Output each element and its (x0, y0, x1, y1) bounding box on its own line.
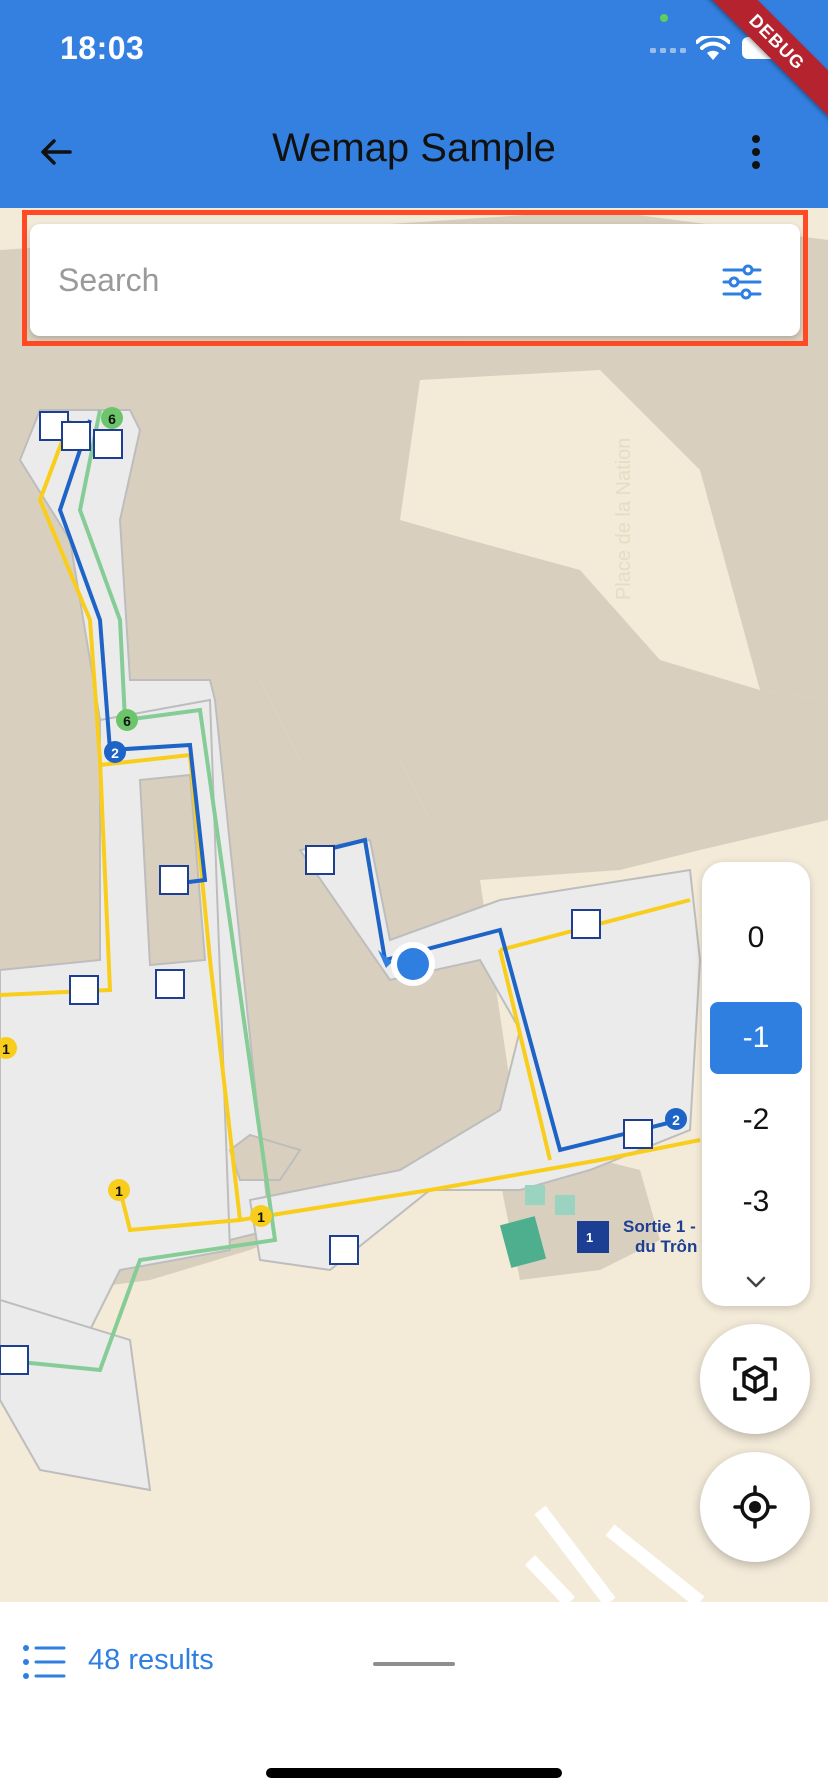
chevron-down-icon (746, 1276, 766, 1288)
results-sheet[interactable]: 48 results (0, 1602, 828, 1792)
sheet-drag-handle[interactable] (373, 1662, 455, 1666)
tune-icon (722, 264, 762, 300)
floor-selector: 0 -1 -2 -3 (702, 862, 810, 1306)
list-icon (23, 1645, 66, 1679)
exit-label-line2: du Trôn (635, 1237, 697, 1256)
more-options-button[interactable] (730, 126, 782, 178)
cube-scan-icon (733, 1357, 777, 1401)
map-badge-line2-left: 2 (111, 745, 119, 761)
floor-option-minus-2[interactable]: -2 (710, 1084, 802, 1156)
app-bar: 18:03 DEBUG Wemap Sample (0, 0, 828, 208)
map-badge-line1-mid: 1 (115, 1183, 123, 1199)
floor-scroll-down-button[interactable] (740, 1270, 772, 1294)
search-input[interactable] (58, 252, 698, 308)
exit-sign-number: 1 (586, 1230, 593, 1245)
map-badge-line1-left: 1 (2, 1041, 10, 1057)
exit-label-line1: Sortie 1 - (623, 1217, 696, 1236)
map-badge-line2-right: 2 (672, 1112, 680, 1128)
map-badge-line1-bottom: 1 (257, 1209, 265, 1225)
home-indicator (266, 1768, 562, 1778)
search-bar[interactable] (30, 224, 800, 336)
cellular-signal-icon (650, 48, 686, 53)
app-title: Wemap Sample (272, 126, 556, 170)
more-vert-icon (752, 135, 760, 169)
floor-option-minus-3[interactable]: -3 (710, 1166, 802, 1238)
floor-option-minus-1[interactable]: -1 (710, 1002, 802, 1074)
status-time: 18:03 (60, 30, 145, 66)
floor-option-0[interactable]: 0 (710, 902, 802, 974)
my-location-button[interactable] (700, 1452, 810, 1562)
street-label: Place de la Nation (613, 438, 635, 600)
results-count[interactable]: 48 results (88, 1644, 214, 1677)
wifi-icon (696, 36, 730, 60)
privacy-indicator-dot (660, 14, 668, 22)
my-location-icon (733, 1485, 777, 1529)
filter-button[interactable] (714, 254, 770, 310)
map-badge-line6-top: 6 (108, 411, 116, 427)
user-location-marker (397, 948, 429, 980)
ar-view-button[interactable] (700, 1324, 810, 1434)
map-badge-line6: 6 (123, 713, 131, 729)
